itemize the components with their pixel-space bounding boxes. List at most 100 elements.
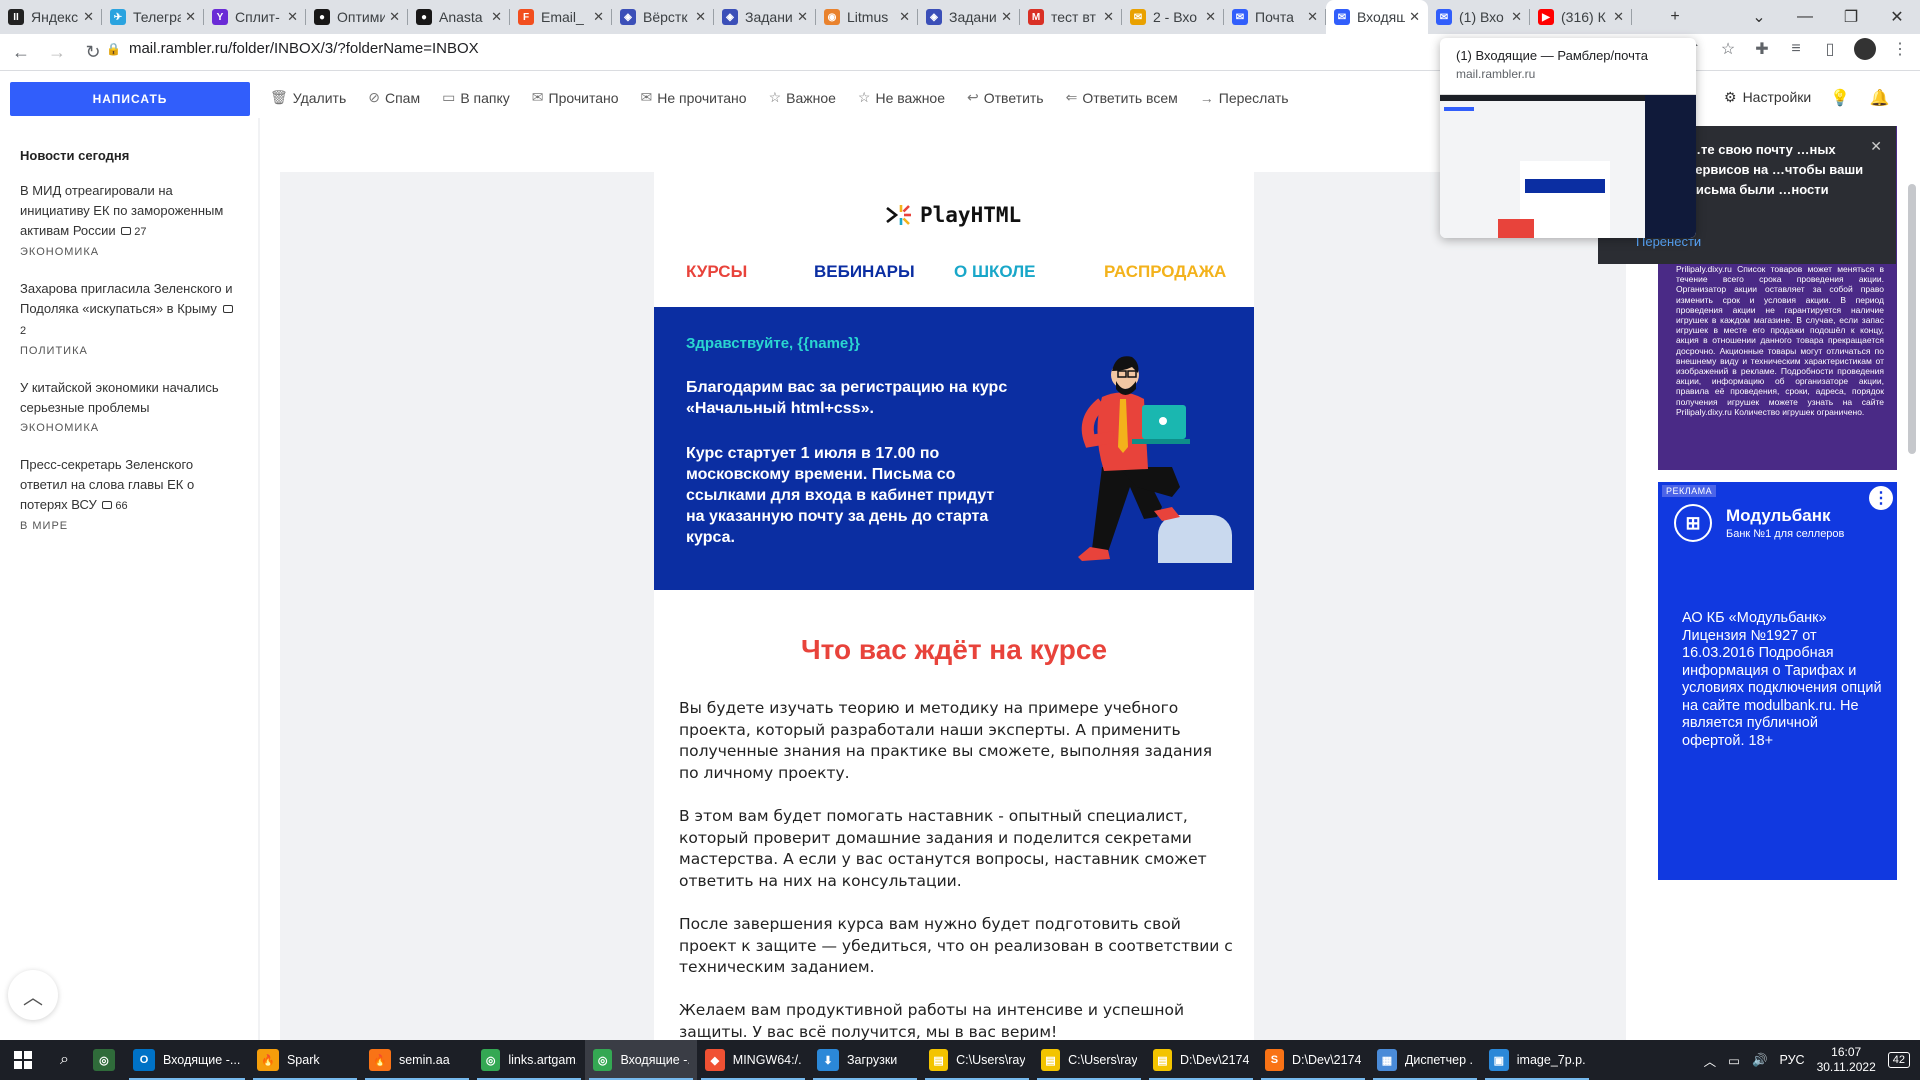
url-field[interactable]: 🔒 mail.rambler.ru/folder/INBOX/3/?folderN… [106, 40, 479, 57]
toolbar-action-star-off[interactable]: ☆ Не важное [858, 89, 945, 106]
network-icon[interactable]: ▭ [1728, 1053, 1740, 1068]
taskbar-app[interactable]: ▤ C:\Users\ray... [1033, 1040, 1145, 1080]
tab-close-icon[interactable]: ✕ [83, 9, 94, 25]
browser-tab[interactable]: ✉ 2 - Вхо ✕ [1122, 0, 1224, 34]
email-nav-link[interactable]: О ШКОЛЕ [954, 262, 1035, 282]
tab-close-icon[interactable]: ✕ [491, 9, 502, 25]
tab-close-icon[interactable]: ✕ [1613, 9, 1624, 25]
taskbar-app[interactable]: O Входящие -... [125, 1040, 249, 1080]
news-category[interactable]: В МИРЕ [20, 520, 240, 532]
tab-close-icon[interactable]: ✕ [1103, 9, 1114, 25]
language-indicator[interactable]: РУС [1780, 1053, 1805, 1067]
news-item[interactable]: Захарова пригласила Зеленского и Подоляк… [20, 279, 240, 357]
volume-icon[interactable]: 🔊 [1752, 1053, 1768, 1068]
taskbar-app[interactable]: ◎ links.artgam... [473, 1040, 585, 1080]
browser-tab[interactable]: ▶ (316) К ✕ [1530, 0, 1632, 34]
toolbar-action-reply[interactable]: ↩ Ответить [967, 89, 1044, 106]
tab-close-icon[interactable]: ✕ [1307, 9, 1318, 25]
tab-close-icon[interactable]: ✕ [695, 9, 706, 25]
side-panel-icon[interactable]: ▯ [1820, 39, 1840, 59]
new-tab-button[interactable]: + [1652, 0, 1698, 34]
taskbar-app[interactable]: S D:\Dev\2174... [1257, 1040, 1369, 1080]
extensions-icon[interactable]: ✚ [1752, 39, 1772, 59]
reload-icon[interactable]: ↻ [78, 37, 108, 67]
browser-menu-icon[interactable]: ⋮ [1890, 39, 1910, 59]
email-nav-link[interactable]: ВЕБИНАРЫ [814, 262, 915, 282]
browser-tab[interactable]: ✉ Почта ✕ [1224, 0, 1326, 34]
browser-tab[interactable]: ◈ Задани ✕ [918, 0, 1020, 34]
news-item[interactable]: В МИД отреагировали на инициативу ЕК по … [20, 181, 240, 258]
scroll-to-top-button[interactable]: ︿ [8, 970, 58, 1020]
taskbar-app[interactable]: ▤ D:\Dev\2174... [1145, 1040, 1257, 1080]
toolbar-action-envelope-open[interactable]: ✉ Прочитано [532, 89, 619, 106]
browser-tab[interactable]: ◈ Задани ✕ [714, 0, 816, 34]
browser-tab[interactable]: ✉ (1) Вхо ✕ [1428, 0, 1530, 34]
tab-close-icon[interactable]: ✕ [1001, 9, 1012, 25]
tab-close-icon[interactable]: ✕ [185, 9, 196, 25]
toolbar-action-reply-all[interactable]: ⇐ Ответить всем [1066, 89, 1178, 106]
promo-close-icon[interactable]: ✕ [1870, 138, 1882, 155]
taskbar-app[interactable]: ▣ image_7p.p... [1481, 1040, 1593, 1080]
close-window-icon[interactable]: ✕ [1874, 0, 1920, 34]
taskbar-app[interactable]: 🔥 semin.aa [361, 1040, 473, 1080]
browser-tab[interactable]: Mтест вт ✕ [1020, 0, 1122, 34]
news-item[interactable]: У китайской экономики начались серьезные… [20, 378, 240, 434]
news-category[interactable]: ПОЛИТИКА [20, 345, 240, 357]
settings-button[interactable]: ⚙ Настройки [1724, 89, 1811, 106]
browser-tab[interactable]: II Яндекс ✕ [0, 0, 102, 34]
browser-tab[interactable]: ◉ Litmus ✕ [816, 0, 918, 34]
pinned-app-icon[interactable]: ◎ [83, 1040, 125, 1080]
toolbar-action-star[interactable]: ☆ Важное [769, 89, 836, 106]
search-icon[interactable]: ⌕ [46, 1040, 83, 1080]
back-arrow-icon[interactable]: ← [6, 37, 36, 67]
taskbar-app[interactable]: 🔥 Spark [249, 1040, 361, 1080]
toolbar-action-spam[interactable]: ⊘ Спам [368, 89, 420, 106]
page-scrollbar-thumb[interactable] [1908, 184, 1916, 454]
tab-close-icon[interactable]: ✕ [1511, 9, 1522, 25]
toolbar-action-folder[interactable]: ▭ В папку [442, 89, 510, 106]
browser-tab[interactable]: ✉ Входящ ✕ [1326, 0, 1428, 34]
profile-avatar[interactable] [1854, 38, 1876, 60]
bell-icon[interactable]: 🔔 [1870, 88, 1890, 108]
lightbulb-icon[interactable]: 💡 [1830, 88, 1850, 108]
browser-tab[interactable]: ● Anasta ✕ [408, 0, 510, 34]
forward-arrow-icon[interactable]: → [42, 37, 72, 67]
email-nav-link[interactable]: КУРСЫ [686, 262, 747, 282]
notification-center-icon[interactable]: 42 [1887, 1052, 1910, 1068]
browser-tab[interactable]: F Email_ ✕ [510, 0, 612, 34]
tab-close-icon[interactable]: ✕ [593, 9, 604, 25]
browser-tab[interactable]: ✈ Телеграм✕ [102, 0, 204, 34]
bookmark-star-icon[interactable]: ☆ [1718, 39, 1738, 59]
tab-search-icon[interactable]: ⌄ [1736, 0, 1782, 34]
minimize-window-icon[interactable]: — [1782, 0, 1828, 34]
news-category[interactable]: ЭКОНОМИКА [20, 422, 240, 434]
taskbar-app[interactable]: ▦ Диспетчер ... [1369, 1040, 1481, 1080]
news-item[interactable]: Пресс-секретарь Зеленского ответил на сл… [20, 455, 240, 532]
email-logo[interactable]: PlayHTML [884, 202, 1021, 228]
tab-close-icon[interactable]: ✕ [1409, 9, 1420, 25]
toolbar-action-trash[interactable]: 🗑 Удалить [270, 89, 346, 106]
ad-options-icon[interactable]: ⋮ [1869, 486, 1893, 510]
start-button[interactable] [0, 1040, 46, 1080]
modulbank-ad-banner[interactable]: РЕКЛАМА ⋮ ⊞ Модульбанк Банк №1 для селле… [1658, 482, 1897, 880]
browser-tab[interactable]: ◈ Вёрстк ✕ [612, 0, 714, 34]
browser-tab[interactable]: ● Оптими ✕ [306, 0, 408, 34]
toolbar-action-forward[interactable]: → Переслать [1200, 89, 1289, 106]
restore-window-icon[interactable]: ❐ [1828, 0, 1874, 34]
tray-chevron-icon[interactable]: ︿ [1704, 1051, 1717, 1070]
compose-button[interactable]: НАПИСАТЬ [10, 82, 250, 116]
news-category[interactable]: ЭКОНОМИКА [20, 246, 240, 258]
email-nav-link[interactable]: РАСПРОДАЖА [1104, 262, 1226, 282]
tab-close-icon[interactable]: ✕ [287, 9, 298, 25]
toolbar-action-envelope[interactable]: ✉ Не прочитано [641, 89, 747, 106]
clock[interactable]: 16:07 30.11.2022 [1817, 1045, 1876, 1075]
tab-close-icon[interactable]: ✕ [899, 9, 910, 25]
media-controls-icon[interactable]: ≡ [1786, 40, 1806, 58]
taskbar-app[interactable]: ⬇ Загрузки [809, 1040, 921, 1080]
taskbar-app[interactable]: ◎ Входящие -... [584, 1040, 697, 1080]
tab-close-icon[interactable]: ✕ [389, 9, 400, 25]
taskbar-app[interactable]: ◆ MINGW64:/... [697, 1040, 809, 1080]
tab-close-icon[interactable]: ✕ [797, 9, 808, 25]
browser-tab[interactable]: Y Сплит- ✕ [204, 0, 306, 34]
tab-close-icon[interactable]: ✕ [1205, 9, 1216, 25]
